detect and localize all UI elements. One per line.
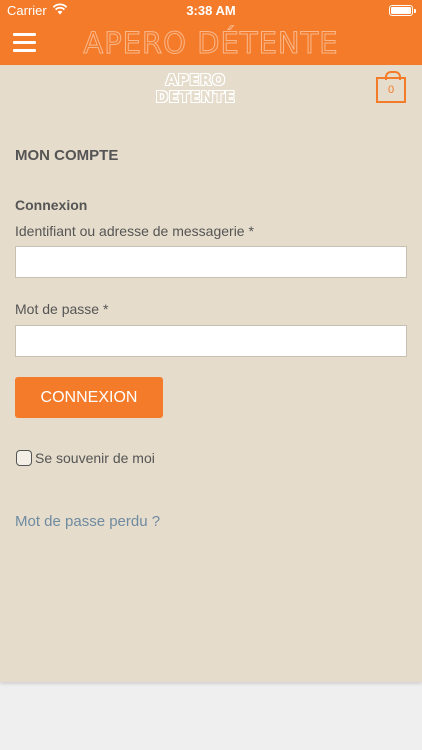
cart-count: 0 <box>387 84 395 96</box>
battery-icon <box>389 5 416 16</box>
page-title: MON COMPTE <box>15 147 119 164</box>
username-label: Identifiant ou adresse de messagerie * <box>15 223 254 239</box>
remember-me-checkbox[interactable] <box>16 450 32 466</box>
lost-password-link[interactable]: Mot de passe perdu ? <box>15 513 160 530</box>
password-label: Mot de passe * <box>15 301 109 317</box>
login-heading: Connexion <box>15 197 88 213</box>
password-input[interactable] <box>15 325 407 357</box>
status-time: 3:38 AM <box>186 3 236 18</box>
logo-line-1: APERO <box>165 71 226 89</box>
site-logo[interactable]: APERO DETENTE <box>152 72 239 110</box>
cart-button[interactable]: 0 <box>376 71 406 103</box>
status-bar: Carrier 3:38 AM <box>0 0 422 22</box>
logo-line-2: DETENTE <box>155 88 236 106</box>
nav-bar: APERO DÉTENTE <box>0 22 422 65</box>
main-content: APERO DETENTE 0 MON COMPTE Connexion Ide… <box>0 65 422 682</box>
login-button[interactable]: CONNEXION <box>15 377 163 418</box>
username-input[interactable] <box>15 246 407 278</box>
nav-title: APERO DÉTENTE <box>83 26 339 61</box>
remember-me-label[interactable]: Se souvenir de moi <box>35 450 155 466</box>
